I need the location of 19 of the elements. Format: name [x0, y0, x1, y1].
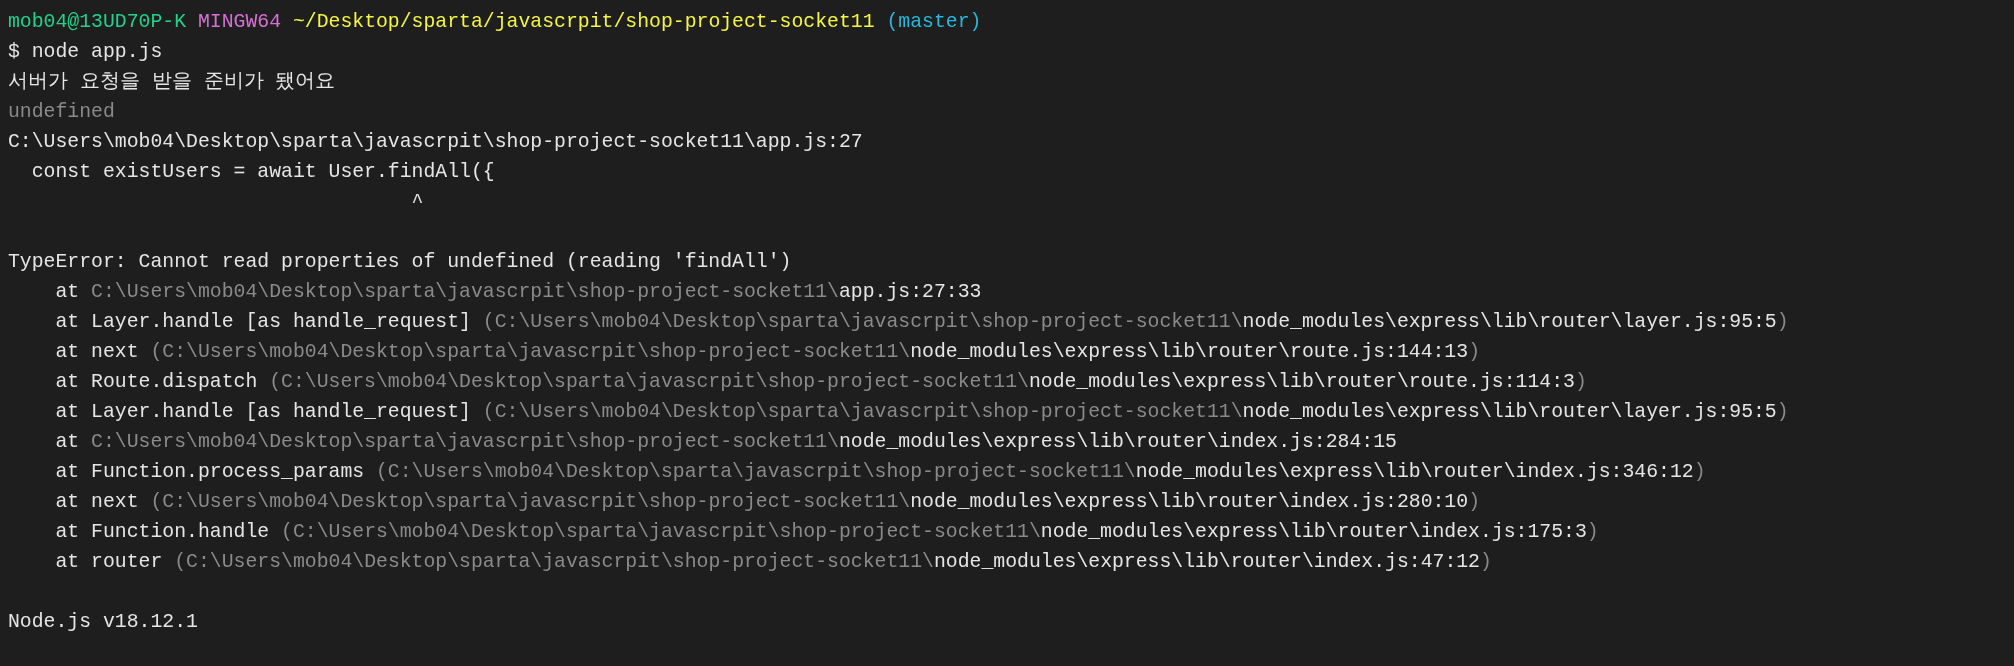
terminal-line: TypeError: Cannot read properties of undefined (reading 'findAll') — [8, 250, 792, 275]
terminal-line: undefined — [8, 100, 115, 125]
terminal-line: at router (C:\Users\mob04\Desktop\sparta\javascrpit\shop-project-socket11\node_modules\express\lib\router\index.js:47:12) — [54, 550, 1492, 575]
terminal-line: mob04@13UD70P-K MINGW64 ~/Desktop/sparta/javascrpit/shop-project-socket11 (master) — [8, 10, 982, 35]
terminal-line: const existUsers = await User.findAll({ — [30, 160, 495, 185]
terminal-line: at C:\Users\mob04\Desktop\sparta\javascrpit\shop-project-socket11\node_modules\express\lib\router\index.js:284:15 — [54, 430, 1397, 455]
terminal-line: $ node app.js — [8, 40, 163, 65]
terminal-line: Node.js v18.12.1 — [8, 610, 198, 635]
terminal-line: ^ — [410, 190, 424, 215]
terminal-line: at Layer.handle [as handle_request] (C:\Users\mob04\Desktop\sparta\javascrpit\shop-project-socket11\node_modules\express\lib\router\layer.js:95:5) — [54, 310, 1789, 335]
terminal-line: at C:\Users\mob04\Desktop\sparta\javascrpit\shop-project-socket11\app.js:27:33 — [54, 280, 982, 305]
terminal-line: at Route.dispatch (C:\Users\mob04\Desktop\sparta\javascrpit\shop-project-socket11\node_modules\express\lib\router\route.js:114:3) — [54, 370, 1587, 395]
terminal-line: C:\Users\mob04\Desktop\sparta\javascrpit\shop-project-socket11\app.js:27 — [8, 130, 863, 155]
terminal-line: at Function.process_params (C:\Users\mob04\Desktop\sparta\javascrpit\shop-project-socket11\node_modules\express\lib\router\index.js:346:12) — [54, 460, 1706, 485]
terminal-line: at Function.handle (C:\Users\mob04\Desktop\sparta\javascrpit\shop-project-socket11\node_modules\express\lib\router\index.js:175:3) — [54, 520, 1599, 545]
terminal-line: at next (C:\Users\mob04\Desktop\sparta\javascrpit\shop-project-socket11\node_modules\express\lib\router\index.js:280:10) — [54, 490, 1480, 515]
terminal-line: at next (C:\Users\mob04\Desktop\sparta\javascrpit\shop-project-socket11\node_modules\express\lib\router\route.js:144:13) — [54, 340, 1480, 365]
terminal-line: 서버가 요청을 받을 준비가 됐어요 — [8, 70, 336, 95]
terminal-line: at Layer.handle [as handle_request] (C:\Users\mob04\Desktop\sparta\javascrpit\shop-project-socket11\node_modules\express\lib\router\layer.js:95:5) — [54, 400, 1789, 425]
